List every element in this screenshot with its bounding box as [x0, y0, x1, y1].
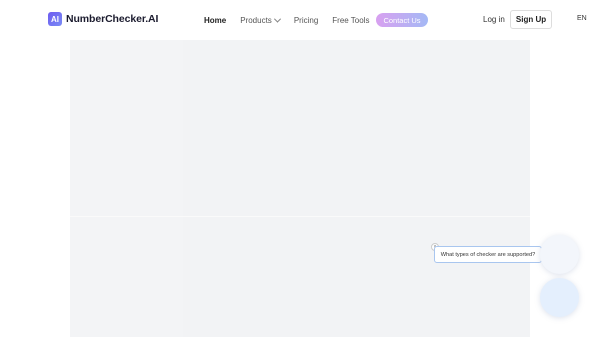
main-nav: Home Products Pricing Free Tools — [204, 12, 383, 28]
content-divider — [70, 216, 530, 217]
floating-action-button-top[interactable] — [540, 235, 579, 274]
chevron-down-icon — [273, 15, 281, 23]
nav-pricing[interactable]: Pricing — [294, 16, 318, 25]
chat-suggestion-bubble[interactable]: What types of checker are supported? — [434, 246, 542, 263]
contact-us-button[interactable]: Contact Us — [376, 13, 428, 27]
logo-text: NumberChecker.AI — [66, 13, 159, 25]
login-link[interactable]: Log in — [483, 15, 505, 24]
nav-products-label: Products — [240, 15, 272, 25]
nav-products[interactable]: Products — [240, 15, 281, 25]
language-selector[interactable]: EN — [577, 15, 587, 22]
content-left-column — [70, 40, 183, 337]
nav-home[interactable]: Home — [204, 16, 226, 25]
logo[interactable]: AI NumberChecker.AI — [48, 12, 158, 26]
site-header: AI NumberChecker.AI Home Products Pricin… — [0, 0, 600, 40]
signup-button[interactable]: Sign Up — [510, 10, 552, 29]
logo-badge-icon: AI — [48, 12, 62, 26]
chat-launcher-button[interactable] — [540, 278, 579, 317]
nav-free-tools[interactable]: Free Tools — [332, 16, 369, 25]
